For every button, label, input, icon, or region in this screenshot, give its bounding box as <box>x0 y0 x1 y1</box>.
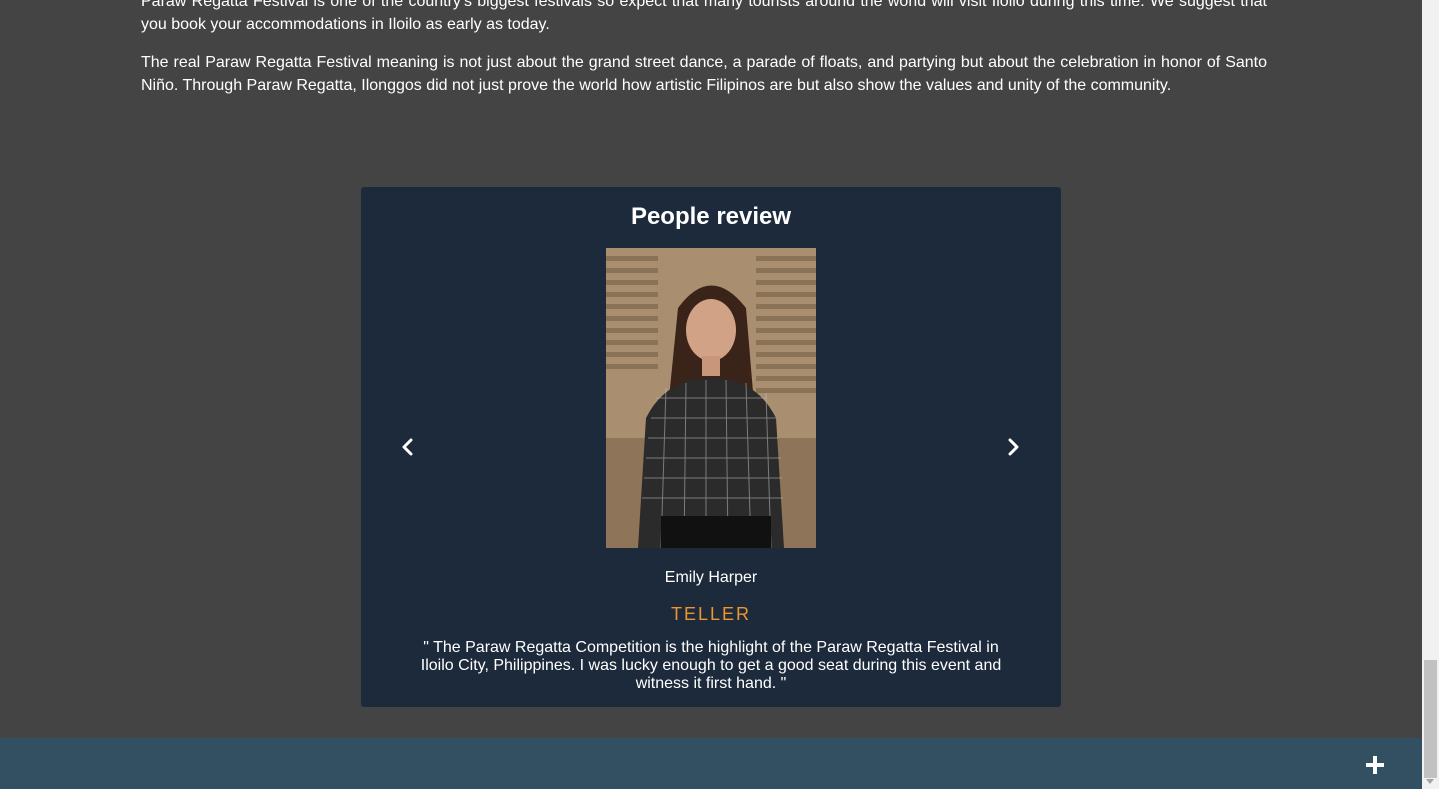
review-section-title: People review <box>630 203 792 230</box>
article-paragraph: The real Paraw Regatta Festival meaning … <box>141 54 1267 94</box>
chevron-left-icon <box>402 438 413 456</box>
article-paragraph: Paraw Regatta Festival is one of the cou… <box>141 0 1267 33</box>
reviewer-photo <box>606 248 816 548</box>
review-carousel: People review Emily Harper TELLER " The … <box>361 187 1061 707</box>
plus-icon <box>1366 756 1384 774</box>
carousel-prev-button[interactable] <box>396 435 420 459</box>
chevron-right-icon <box>1008 438 1019 456</box>
expand-button[interactable] <box>1363 753 1387 777</box>
article-body: Paraw Regatta Festival is one of the cou… <box>141 0 1267 97</box>
scroll-down-icon[interactable] <box>1426 779 1434 784</box>
review-quote: " The Paraw Regatta Competition is the h… <box>420 639 1002 692</box>
reviewer-name: Emily Harper <box>664 569 758 586</box>
reviewer-role: TELLER <box>670 604 752 624</box>
carousel-next-button[interactable] <box>1001 435 1025 459</box>
scrollbar-thumb[interactable] <box>1424 660 1437 778</box>
page-scrollbar[interactable] <box>1422 0 1439 789</box>
footer-bar <box>0 738 1422 789</box>
